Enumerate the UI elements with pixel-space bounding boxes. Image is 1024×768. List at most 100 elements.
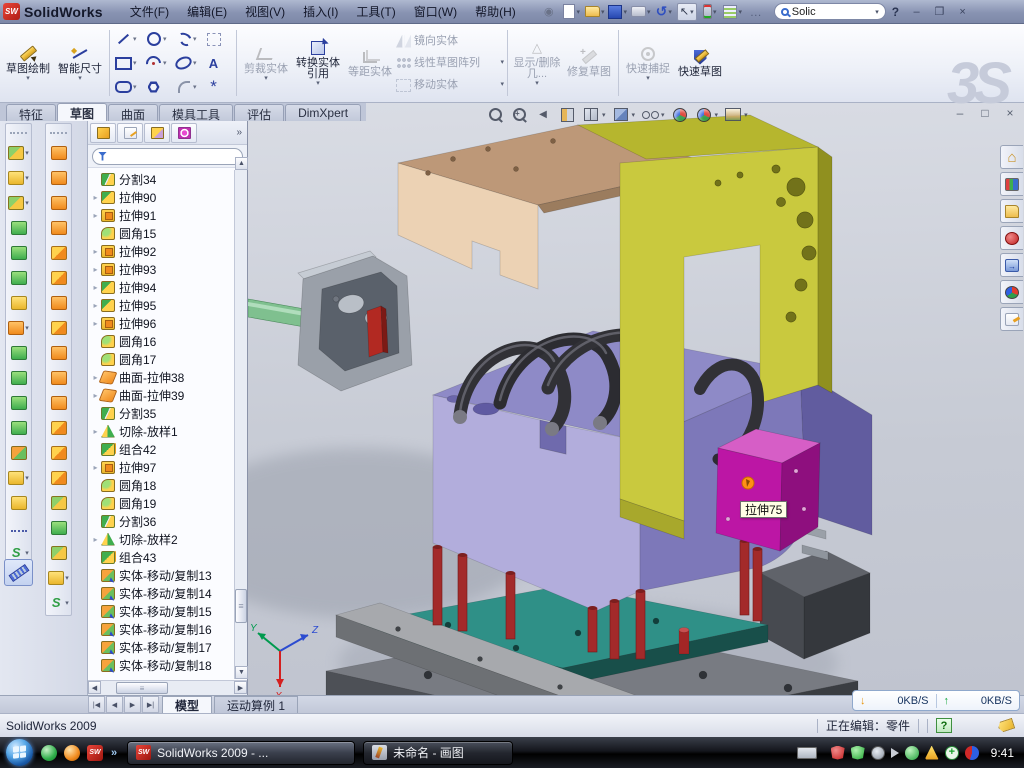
apply-scene-icon[interactable]	[695, 106, 713, 123]
view-orientation-icon[interactable]	[582, 106, 600, 123]
tree-horizontal-scrollbar[interactable]: ◀ ≡ ▶	[88, 680, 247, 695]
convert-flyout-icon[interactable]: ▾	[316, 81, 320, 87]
expand-icon[interactable]: ▸	[90, 301, 101, 310]
tree-item[interactable]: ▸拉伸96	[90, 314, 247, 332]
horizontal-scroll-thumb[interactable]: ≡	[116, 682, 168, 694]
red-shield-icon[interactable]	[831, 746, 845, 760]
tree-vertical-scrollbar[interactable]: ▲ ▼	[234, 170, 247, 679]
dropdown-icon[interactable]: ▾	[193, 35, 197, 43]
tree-item[interactable]: ▸曲面-拉伸38	[90, 368, 247, 386]
point-icon[interactable]	[205, 79, 222, 95]
shell-button[interactable]	[6, 390, 31, 415]
axis-button[interactable]	[6, 515, 31, 540]
sketch-fillet-icon[interactable]	[175, 79, 192, 95]
new-document-icon[interactable]: ▾	[562, 3, 582, 21]
tree-item[interactable]: 分割36	[90, 512, 247, 530]
tree-item[interactable]: 实体-移动/复制18	[90, 656, 247, 674]
tab-曲面[interactable]: 曲面	[108, 104, 158, 121]
fillet-surface-button[interactable]	[46, 540, 71, 565]
tree-item[interactable]: ▸拉伸94	[90, 278, 247, 296]
filled-surface-button[interactable]	[46, 265, 71, 290]
tree-item[interactable]: ▸曲面-拉伸39	[90, 386, 247, 404]
tab-特征[interactable]: 特征	[6, 104, 56, 121]
zoom-to-fit-icon[interactable]	[486, 106, 504, 123]
linear-pattern-button[interactable]: ▾	[6, 315, 31, 340]
smart-dimension-flyout-icon[interactable]: ▾	[78, 76, 82, 82]
tab-nav-button[interactable]: ▶	[124, 696, 141, 713]
tree-item[interactable]: ▸切除-放样1	[90, 422, 247, 440]
expand-icon[interactable]: ▸	[90, 193, 101, 202]
tree-item[interactable]: 圆角16	[90, 332, 247, 350]
menu-item[interactable]: 编辑(E)	[178, 2, 236, 22]
taskbar-window-solidworks[interactable]: SWSolidWorks 2009 - ...	[127, 741, 355, 765]
select-entities-icon[interactable]	[205, 31, 222, 47]
tree-item[interactable]: 圆角19	[90, 494, 247, 512]
offset-surface-button[interactable]	[46, 315, 71, 340]
dropdown-icon[interactable]: ▾	[65, 574, 69, 582]
doc-tab-motion-study[interactable]: 运动算例 1	[214, 696, 298, 713]
taskpane-custom-properties-button[interactable]	[1000, 307, 1023, 331]
taskpane-design-library-button[interactable]	[1000, 172, 1023, 196]
ellipse-icon[interactable]	[175, 55, 192, 71]
dropdown-icon[interactable]: ▾	[602, 111, 606, 119]
taskpane-view-palette-button[interactable]	[1000, 253, 1023, 277]
mirror-entities-button[interactable]: 镜向实体	[396, 31, 504, 51]
panel-overflow-button[interactable]: »	[236, 127, 245, 138]
quick-tips-button[interactable]: ?	[936, 718, 952, 733]
taskpane-file-explorer-button[interactable]	[1000, 199, 1023, 223]
green-shield-icon[interactable]	[851, 746, 865, 760]
smart-dimension-button[interactable]: 智能尺寸 ▾	[54, 27, 106, 99]
wrap-button[interactable]	[6, 290, 31, 315]
text-icon[interactable]	[205, 55, 222, 71]
tab-草图[interactable]: 草图	[57, 103, 107, 121]
replace-face-button[interactable]	[46, 415, 71, 440]
tree-item[interactable]: ▸拉伸90	[90, 188, 247, 206]
help-button[interactable]: ?	[886, 5, 905, 19]
tab-configurationmanager[interactable]	[144, 123, 170, 143]
save-icon[interactable]: ▾	[608, 3, 628, 21]
previous-view-icon[interactable]	[534, 106, 552, 123]
reference-geometry-button[interactable]: ▾	[46, 565, 71, 590]
tree-item[interactable]: 实体-移动/复制17	[90, 638, 247, 656]
tab-dimxpertmanager[interactable]	[171, 123, 197, 143]
print-icon[interactable]: ▾	[631, 3, 651, 21]
menu-item[interactable]: 帮助(H)	[466, 2, 525, 22]
taskbar-window-paint[interactable]: 未命名 - 画图	[363, 741, 513, 765]
boundary-surface-button[interactable]	[46, 240, 71, 265]
tree-item[interactable]: 实体-移动/复制16	[90, 620, 247, 638]
extruded-boss-button[interactable]: ▾	[6, 140, 31, 165]
draft-button[interactable]	[6, 365, 31, 390]
circle-icon[interactable]	[145, 31, 162, 47]
model-part-magenta-block[interactable]	[716, 429, 820, 551]
zoom-to-area-icon[interactable]: +	[510, 106, 528, 123]
tag-icon[interactable]	[997, 718, 1016, 733]
expand-icon[interactable]: ▸	[90, 463, 101, 472]
keyboard-icon[interactable]	[797, 747, 817, 759]
plane-button[interactable]	[6, 490, 31, 515]
dropdown-icon[interactable]: ▾	[133, 59, 137, 67]
expand-icon[interactable]: ▸	[90, 535, 101, 544]
trim-surface-button[interactable]	[46, 465, 71, 490]
taskpane-solidworks-resources-button[interactable]	[1000, 145, 1023, 169]
trim-entities-button[interactable]: 剪裁实体 ▾	[240, 27, 292, 99]
tree-item[interactable]: ▸拉伸91	[90, 206, 247, 224]
warning-icon[interactable]	[925, 746, 939, 760]
rib-button[interactable]	[6, 340, 31, 365]
tree-item[interactable]: ▸拉伸95	[90, 296, 247, 314]
dropdown-icon[interactable]: ▾	[133, 83, 137, 91]
menu-item[interactable]: 视图(V)	[236, 2, 294, 22]
tree-item[interactable]: 圆角18	[90, 476, 247, 494]
section-view-icon[interactable]	[558, 106, 576, 123]
close-button[interactable]: ×	[953, 4, 972, 20]
thicken-button[interactable]	[46, 515, 71, 540]
move-copy-body-button[interactable]	[6, 440, 31, 465]
knit-surface-button[interactable]	[46, 490, 71, 515]
filter-input[interactable]	[92, 148, 243, 165]
delete-face-button[interactable]	[46, 390, 71, 415]
dropdown-icon[interactable]: ▾	[25, 549, 29, 557]
quick-snaps-button[interactable]: 快速捕捉 ▾	[622, 27, 674, 99]
tree-item[interactable]: ▸拉伸92	[90, 242, 247, 260]
model-part-support-block[interactable]	[760, 551, 870, 659]
hide-show-items-icon[interactable]	[641, 106, 659, 123]
expand-icon[interactable]: ▸	[90, 211, 101, 220]
